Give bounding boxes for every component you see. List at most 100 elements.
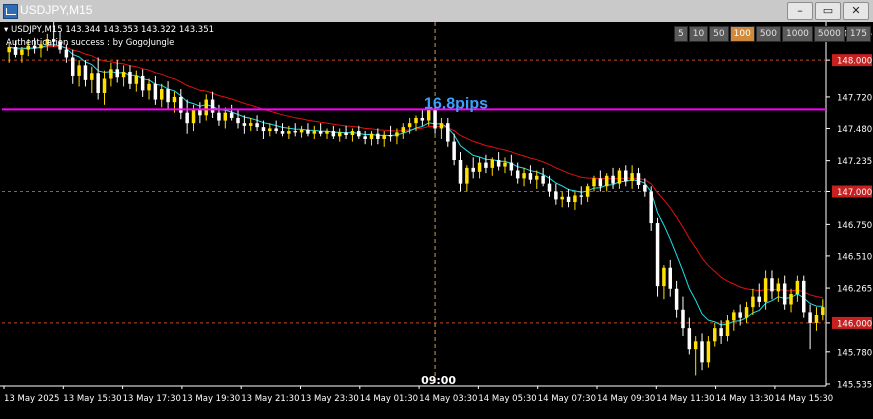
- time-axis-label: 14 May 01:30: [360, 394, 418, 404]
- candle-body: [344, 132, 348, 136]
- restore-button[interactable]: ▭: [815, 2, 841, 20]
- candle-body: [732, 312, 736, 321]
- time-axis-label: 13 May 15:30: [63, 394, 121, 404]
- candle-body: [662, 267, 666, 287]
- candle-body: [96, 73, 100, 93]
- price-axis-label: 147.000: [837, 188, 872, 198]
- candle-body: [636, 173, 641, 185]
- timeframe-button-50[interactable]: 50: [709, 26, 729, 42]
- price-axis-label: 145.780: [837, 348, 872, 358]
- candle-body: [776, 283, 781, 292]
- fast-moving-average-line: [9, 44, 823, 326]
- price-axis-label: 145.535: [837, 381, 872, 391]
- candle-body: [414, 117, 418, 124]
- candle-body: [242, 123, 247, 126]
- candle-body: [287, 131, 291, 134]
- candle-body: [70, 57, 75, 76]
- candle-body: [306, 129, 310, 134]
- candle-body: [357, 131, 361, 137]
- candle-body: [293, 131, 297, 133]
- timeframe-buttons: 5 10 50 100 500 1000 5000 175: [673, 26, 871, 42]
- candle-body: [496, 159, 501, 167]
- candle-body: [128, 71, 132, 84]
- timeframe-button-100[interactable]: 100: [729, 26, 755, 42]
- candle-body: [198, 110, 202, 116]
- candle-body: [223, 112, 228, 121]
- candle-body: [191, 110, 196, 124]
- candle-body: [706, 341, 711, 363]
- candle-body: [604, 175, 609, 187]
- candle-body: [13, 46, 18, 55]
- candle-body: [331, 131, 336, 137]
- candle-body: [121, 71, 126, 78]
- time-axis-label: 14 May 07:30: [538, 394, 596, 404]
- candle-body: [643, 184, 647, 192]
- candle-body: [674, 288, 679, 310]
- candle-body: [236, 117, 240, 124]
- candle-body: [134, 75, 139, 84]
- candle-body: [751, 296, 755, 308]
- candle-body: [611, 175, 615, 184]
- chart-canvas[interactable]: 16.8pips148.205148.000147.720147.480147.…: [0, 22, 873, 419]
- candle-body: [649, 191, 653, 224]
- timeframe-button-10[interactable]: 10: [688, 26, 709, 42]
- candle-body: [560, 196, 564, 200]
- candle-body: [382, 135, 386, 139]
- candle-body: [77, 65, 81, 76]
- time-axis-label: 13 May 23:30: [301, 394, 359, 404]
- candle-body: [318, 131, 323, 134]
- timeframe-button-500[interactable]: 500: [755, 26, 781, 42]
- symbol-quote-text: USDJPY,M15 143.344 143.353 143.322 143.3…: [10, 25, 215, 35]
- candle-body: [401, 127, 406, 133]
- candle-body: [159, 89, 164, 100]
- candle-body: [446, 123, 450, 142]
- candle-body: [268, 128, 272, 132]
- candle-body: [554, 191, 558, 200]
- price-chart[interactable]: 16.8pips148.205148.000147.720147.480147.…: [0, 22, 873, 419]
- window-titlebar[interactable]: USDJPY,M15 – ▭ ✕: [0, 0, 873, 23]
- candle-body: [757, 296, 762, 302]
- candle-body: [566, 196, 571, 203]
- price-axis-label: 147.720: [837, 93, 872, 103]
- time-axis-label: 14 May 03:30: [419, 394, 477, 404]
- candle-body: [471, 167, 475, 172]
- candle-body: [376, 133, 380, 139]
- candle-body: [369, 133, 374, 139]
- symbol-info-line: ▾ USDJPY,M15 143.344 143.353 143.322 143…: [4, 25, 214, 35]
- candle-body: [547, 183, 552, 192]
- price-axis-label: 147.480: [837, 125, 872, 135]
- candle-body: [83, 65, 88, 80]
- timeframe-button-5000[interactable]: 5000: [813, 26, 845, 42]
- minimize-button[interactable]: –: [787, 2, 813, 20]
- candle-body: [217, 112, 221, 121]
- collapse-triangle-icon[interactable]: ▾: [4, 25, 11, 35]
- candle-body: [452, 141, 456, 160]
- chart-window: USDJPY,M15 – ▭ ✕ 16.8pips148.205148.0001…: [0, 0, 873, 419]
- time-axis-label: 14 May 13:30: [716, 394, 774, 404]
- candle-body: [229, 112, 234, 118]
- candle-body: [821, 307, 825, 316]
- candle-body: [477, 162, 482, 172]
- timeframe-button-175[interactable]: 175: [845, 26, 871, 42]
- candle-body: [687, 328, 692, 350]
- timeframe-button-5[interactable]: 5: [673, 26, 688, 42]
- candle-body: [617, 170, 622, 184]
- candle-body: [204, 99, 208, 116]
- candle-body: [681, 309, 685, 329]
- candle-body: [782, 283, 787, 305]
- timeframe-button-1000[interactable]: 1000: [782, 26, 813, 42]
- candle-body: [535, 175, 539, 180]
- price-axis-label: 147.235: [837, 157, 872, 167]
- candle-body: [484, 162, 488, 168]
- candle-body: [115, 69, 119, 78]
- candle-body: [147, 83, 151, 91]
- candle-body: [573, 195, 577, 203]
- price-axis-label: 148.000: [837, 57, 872, 67]
- close-button[interactable]: ✕: [843, 2, 869, 20]
- price-axis-label: 146.750: [837, 221, 872, 231]
- candle-body: [363, 136, 367, 139]
- candle-body: [395, 132, 399, 137]
- candle-body: [744, 307, 749, 318]
- candle-body: [592, 178, 596, 187]
- price-axis-label: 146.000: [837, 319, 872, 329]
